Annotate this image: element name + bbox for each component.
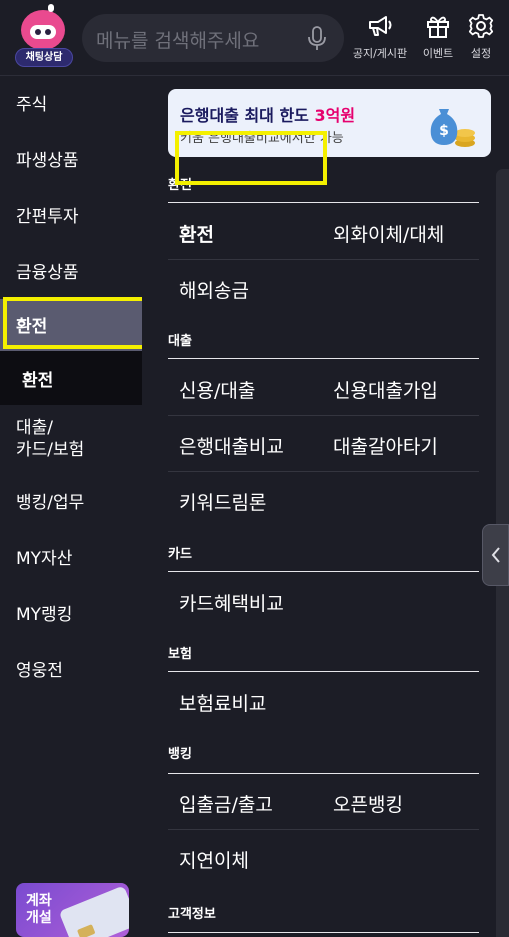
chevron-left-icon: [491, 547, 500, 563]
sidebar-item-financial-products[interactable]: 금융상품: [0, 245, 142, 301]
notice-board-button[interactable]: 공지/게시판: [352, 12, 408, 64]
sidebar-item-derivatives[interactable]: 파생상품: [0, 133, 142, 189]
banner-headline: 은행대출 최대 한도 3억원: [180, 106, 356, 125]
notice-board-label: 공지/게시판: [352, 47, 408, 60]
sidebar-item-heroes[interactable]: 영웅전: [0, 643, 142, 699]
money-bag-icon: $: [430, 109, 475, 147]
gift-icon: [427, 16, 449, 38]
section-divider: [168, 671, 479, 672]
section-divider: [168, 358, 479, 359]
settings-button[interactable]: 설정: [453, 12, 509, 64]
chatbot-icon: [21, 4, 65, 50]
sidebar-item-loan-card-insurance[interactable]: 대출/ 카드/보험: [0, 411, 142, 467]
chat-consult-button[interactable]: 채팅상담: [13, 4, 75, 68]
microphone-icon[interactable]: [306, 26, 328, 52]
settings-label: 설정: [470, 47, 492, 60]
menu-card-benefit-compare[interactable]: 카드혜택비교: [179, 589, 284, 616]
highlight-box-foreign-transfer: [175, 131, 327, 185]
gear-icon: [468, 14, 494, 38]
menu-bank-loan-compare[interactable]: 은행대출비교: [179, 432, 284, 459]
svg-text:$: $: [439, 123, 449, 139]
panel-collapse-handle[interactable]: [482, 524, 509, 586]
section-title-banking: 뱅킹: [168, 747, 192, 762]
section-divider: [168, 773, 479, 774]
open-account-button[interactable]: 계좌 개설: [16, 883, 129, 937]
section-divider: [168, 932, 479, 933]
section-title-card: 카드: [168, 547, 192, 562]
card-icon: [58, 885, 129, 937]
chat-consult-label: 채팅상담: [15, 48, 73, 67]
sidebar-item-my-assets[interactable]: MY자산: [0, 531, 142, 587]
highlight-box-exchange-nav: [3, 297, 152, 349]
sidebar-subitem-exchange[interactable]: 환전: [0, 351, 142, 405]
menu-deposit-withdraw[interactable]: 입출금/출고: [179, 790, 273, 817]
menu-kiwoom-loan[interactable]: 키워드림론: [179, 488, 266, 515]
sidebar-item-stocks[interactable]: 주식: [0, 77, 142, 133]
row-divider: [168, 259, 479, 260]
section-title-insurance: 보험: [168, 647, 192, 662]
section-divider: [168, 571, 479, 572]
sidebar-item-easy-invest[interactable]: 간편투자: [0, 189, 142, 245]
sidebar-item-banking[interactable]: 뱅킹/업무: [0, 475, 142, 531]
row-divider: [168, 829, 479, 830]
menu-insurance-compare[interactable]: 보험료비교: [179, 689, 266, 716]
menu-credit-loan-signup[interactable]: 신용대출가입: [333, 376, 438, 403]
sidebar-item-my-ranking[interactable]: MY랭킹: [0, 587, 142, 643]
menu-delayed-transfer[interactable]: 지연이체: [179, 846, 249, 873]
megaphone-icon: [369, 16, 392, 36]
menu-credit-loan[interactable]: 신용/대출: [179, 376, 255, 403]
section-divider: [168, 202, 479, 203]
menu-loan-refinance[interactable]: 대출갈아타기: [333, 432, 438, 459]
section-title-loan: 대출: [168, 334, 192, 349]
open-account-label: 계좌 개설: [26, 893, 52, 926]
menu-overseas-remittance[interactable]: 해외송금: [179, 276, 249, 303]
menu-search-input[interactable]: 메뉴를 검색해주세요: [82, 14, 344, 62]
menu-open-banking[interactable]: 오픈뱅킹: [333, 790, 403, 817]
search-placeholder: 메뉴를 검색해주세요: [96, 30, 260, 52]
menu-foreign-transfer[interactable]: 외화이체/대체: [333, 220, 444, 247]
row-divider: [168, 471, 479, 472]
row-divider: [168, 415, 479, 416]
sidebar: 주식 파생상품 간편투자 금융상품 환전 환전 대출/ 카드/보험 뱅킹/업무 …: [0, 77, 142, 937]
top-header: 채팅상담 메뉴를 검색해주세요 공지/게시판 이벤트 설정: [0, 0, 509, 76]
section-title-customer-info: 고객정보: [168, 907, 216, 922]
menu-panel: 은행대출 최대 한도 3억원 키움 은행대출비교에서만 가능 $ 환전 환전 외…: [142, 77, 509, 937]
banner-accent-amount: 3억원: [314, 106, 356, 125]
menu-exchange[interactable]: 환전: [179, 220, 214, 247]
